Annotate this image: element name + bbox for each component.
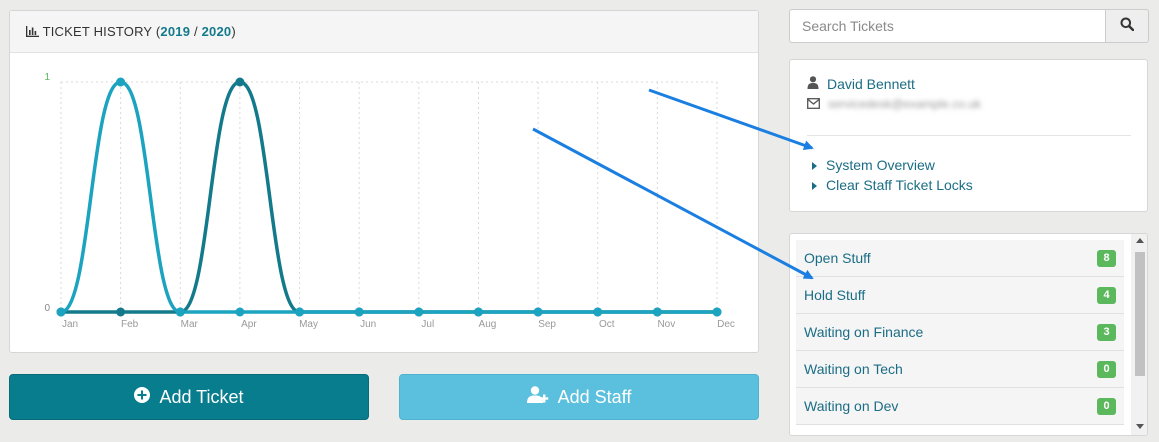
chart-data-point[interactable] xyxy=(56,307,66,317)
chart-series-line xyxy=(60,80,717,314)
user-plus-icon xyxy=(526,386,549,408)
add-staff-label: Add Staff xyxy=(557,386,632,407)
chart-data-point[interactable] xyxy=(354,307,364,317)
add-staff-button[interactable]: Add Staff xyxy=(399,374,759,420)
ticket-history-title: TICKET HISTORY ( xyxy=(42,24,161,39)
clear-staff-ticket-locks-label: Clear Staff Ticket Locks xyxy=(826,177,973,193)
status-count-badge: 0 xyxy=(1097,397,1116,415)
system-overview-label: System Overview xyxy=(826,157,935,173)
status-list-scrollbar[interactable] xyxy=(1131,234,1147,435)
status-count-badge: 8 xyxy=(1097,249,1116,267)
user-panel: David Bennett servicedesk@example.co.uk … xyxy=(789,59,1148,212)
status-label: Waiting on Dev xyxy=(804,398,899,414)
status-item-hold-stuff[interactable]: Hold Stuff 4 xyxy=(796,277,1124,314)
x-tick-label: Oct xyxy=(599,319,615,330)
status-label: Hold Stuff xyxy=(804,287,866,303)
status-label: Waiting on Tech xyxy=(804,361,903,377)
search-button[interactable] xyxy=(1105,9,1149,43)
search-icon xyxy=(1120,17,1135,36)
caret-right-icon xyxy=(812,177,817,193)
chart-data-point[interactable] xyxy=(295,307,305,317)
chart-series-line xyxy=(61,80,717,314)
x-tick-label: Feb xyxy=(121,319,139,330)
chart-data-point[interactable] xyxy=(116,307,126,317)
scroll-up-arrow[interactable] xyxy=(1136,238,1144,243)
user-divider xyxy=(807,135,1131,136)
chart-data-point[interactable] xyxy=(116,77,126,87)
status-item-waiting-on-tech[interactable]: Waiting on Tech 0 xyxy=(796,351,1124,388)
x-tick-label: Jul xyxy=(421,319,434,330)
x-tick-label: Sep xyxy=(538,319,556,330)
x-tick-label: Jun xyxy=(360,319,376,330)
ticket-history-panel: TICKET HISTORY (2019 / 2020) 1 0 Jan Feb Mar… xyxy=(9,10,759,353)
plus-circle-icon xyxy=(134,386,151,408)
add-ticket-label: Add Ticket xyxy=(159,386,244,407)
status-count-badge: 4 xyxy=(1097,286,1116,304)
y-tick-label: 1 xyxy=(44,72,50,83)
status-label: Waiting on Finance xyxy=(804,324,924,340)
x-tick-label: Nov xyxy=(657,319,675,330)
ticket-history-chart: 1 0 Jan Feb Mar Apr May Jun Jul Aug Sep Oct Nov Dec xyxy=(44,72,735,330)
status-item-waiting-on-finance[interactable]: Waiting on Finance 3 xyxy=(796,314,1124,351)
search-bar xyxy=(789,9,1149,43)
user-name-row: David Bennett xyxy=(807,76,915,92)
title-close-paren: ) xyxy=(231,24,236,39)
chart-data-point[interactable] xyxy=(175,307,185,317)
chart-data-point[interactable] xyxy=(235,77,245,87)
chart-data-point[interactable] xyxy=(652,307,662,317)
chart-data-point[interactable] xyxy=(235,307,245,317)
search-input[interactable] xyxy=(789,9,1106,43)
system-overview-link[interactable]: System Overview xyxy=(812,157,935,173)
year-separator: / xyxy=(190,24,202,39)
year-2019-link[interactable]: 2019 xyxy=(160,24,190,39)
year-2020-link[interactable]: 2020 xyxy=(202,24,232,39)
scroll-down-arrow[interactable] xyxy=(1136,424,1144,429)
user-icon xyxy=(807,76,819,92)
x-tick-label: Apr xyxy=(241,319,257,330)
user-email-link[interactable]: servicedesk@example.co.uk xyxy=(828,97,981,111)
caret-right-icon xyxy=(812,157,817,173)
x-tick-label: Dec xyxy=(717,319,735,330)
scroll-thumb[interactable] xyxy=(1135,252,1145,376)
status-count-badge: 3 xyxy=(1097,323,1116,341)
x-tick-label: Jan xyxy=(62,319,78,330)
chart-data-point[interactable] xyxy=(712,307,722,317)
add-ticket-button[interactable]: Add Ticket xyxy=(9,374,369,420)
status-label: Open Stuff xyxy=(804,250,871,266)
clear-staff-ticket-locks-link[interactable]: Clear Staff Ticket Locks xyxy=(812,177,973,193)
status-item-waiting-on-dev[interactable]: Waiting on Dev 0 xyxy=(796,388,1124,425)
chart-data-point[interactable] xyxy=(414,307,424,317)
envelope-icon xyxy=(807,96,820,112)
ticket-history-header: TICKET HISTORY (2019 / 2020) xyxy=(10,11,758,53)
x-tick-label: Mar xyxy=(181,319,199,330)
x-tick-label: Aug xyxy=(479,319,497,330)
user-name-link[interactable]: David Bennett xyxy=(827,76,915,92)
bar-chart-icon xyxy=(26,24,43,39)
status-count-badge: 0 xyxy=(1097,360,1116,378)
chart-data-point[interactable] xyxy=(533,307,543,317)
chart-data-point[interactable] xyxy=(593,307,603,317)
status-list-panel: Open Stuff 8 Hold Stuff 4 Waiting on Fin… xyxy=(789,233,1148,436)
status-item-open-stuff[interactable]: Open Stuff 8 xyxy=(796,240,1124,277)
chart-data-point[interactable] xyxy=(473,307,483,317)
user-email-row: servicedesk@example.co.uk xyxy=(807,96,981,112)
y-tick-label: 0 xyxy=(44,303,50,314)
x-tick-label: May xyxy=(299,319,318,330)
